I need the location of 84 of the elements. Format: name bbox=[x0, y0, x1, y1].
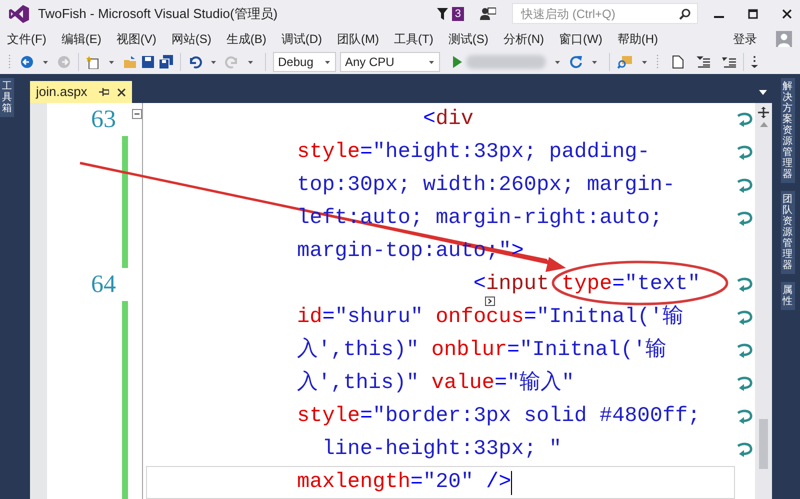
team-explorer-tab[interactable]: 团队资源管理器 bbox=[780, 191, 794, 274]
code-line: id="shuru" onfocus="Initnal('输 bbox=[297, 306, 684, 328]
undo-icon[interactable] bbox=[188, 55, 202, 69]
solution-explorer-tab[interactable]: 解决方案资源管理器 bbox=[780, 78, 794, 183]
word-wrap-icon bbox=[735, 112, 753, 128]
line-number: 63 bbox=[91, 106, 116, 133]
new-project-icon[interactable] bbox=[86, 55, 100, 69]
feedback-icon[interactable] bbox=[480, 6, 496, 20]
document-tab[interactable]: join.aspx bbox=[30, 81, 132, 103]
menu-item[interactable]: 视图(V) bbox=[113, 30, 160, 48]
code-line: 入',this)" value="输入" bbox=[297, 372, 574, 394]
visual-studio-logo bbox=[8, 4, 30, 24]
collapse-icon[interactable] bbox=[132, 109, 142, 119]
find-icon[interactable] bbox=[617, 55, 633, 69]
caret-icon[interactable] bbox=[591, 60, 598, 64]
menu-item[interactable]: 网站(S) bbox=[168, 30, 214, 48]
line-number: 64 bbox=[91, 271, 116, 298]
split-icon[interactable] bbox=[758, 107, 769, 118]
close-icon[interactable] bbox=[782, 8, 792, 18]
menu-item[interactable]: 帮助(H) bbox=[614, 30, 661, 48]
caret-icon[interactable] bbox=[641, 60, 648, 64]
menu-item[interactable]: 编辑(E) bbox=[58, 30, 104, 48]
overflow-icon[interactable] bbox=[751, 55, 758, 69]
search-icon[interactable] bbox=[679, 8, 691, 20]
properties-tab[interactable]: 属性 bbox=[780, 282, 794, 310]
menu-item[interactable]: 调试(D) bbox=[278, 30, 325, 48]
code-line: maxlength="20" /> bbox=[297, 472, 512, 494]
menu-item[interactable]: 生成(B) bbox=[223, 30, 270, 48]
caret-icon[interactable] bbox=[247, 60, 254, 64]
word-wrap-icon bbox=[735, 178, 753, 194]
code-line: <div bbox=[422, 108, 474, 130]
word-wrap-icon bbox=[735, 276, 753, 292]
code-line: line-height:33px; " bbox=[321, 438, 562, 460]
caret-icon[interactable] bbox=[108, 60, 115, 64]
dropdown[interactable]: Debug bbox=[273, 52, 336, 72]
menu-item[interactable]: 窗口(W) bbox=[556, 30, 606, 48]
save-icon[interactable] bbox=[141, 55, 155, 69]
dropdown[interactable]: Any CPU bbox=[340, 52, 440, 72]
indent-icon[interactable] bbox=[722, 56, 736, 68]
code-line: 入',this)" onblur="Initnal('输 bbox=[297, 340, 667, 362]
menu-item[interactable]: 分析(N) bbox=[500, 30, 547, 48]
menu-item[interactable]: 文件(F) bbox=[4, 30, 50, 48]
word-wrap-icon bbox=[735, 408, 753, 424]
caret-icon[interactable] bbox=[554, 60, 561, 64]
word-wrap-icon bbox=[735, 376, 753, 392]
menu-item[interactable]: 团队(M) bbox=[334, 30, 382, 48]
text-cursor bbox=[511, 470, 512, 494]
word-wrap-icon bbox=[735, 342, 753, 358]
filter-icon[interactable] bbox=[436, 8, 448, 20]
scrollbar-thumb[interactable] bbox=[759, 419, 768, 469]
word-wrap-icon bbox=[735, 442, 753, 458]
caret-icon bbox=[324, 60, 331, 64]
code-line: <input type="text" bbox=[472, 274, 700, 296]
caret-icon[interactable] bbox=[210, 60, 217, 64]
vertical-scrollbar[interactable] bbox=[755, 103, 772, 499]
quick-launch-input[interactable]: 快速启动 (Ctrl+Q) bbox=[519, 4, 669, 24]
back-icon[interactable] bbox=[20, 55, 34, 69]
document-icon[interactable] bbox=[672, 55, 684, 69]
menu-item[interactable]: 工具(T) bbox=[391, 30, 436, 48]
maximize-icon[interactable] bbox=[748, 8, 758, 18]
code-line: top:30px; width:260px; margin- bbox=[297, 174, 676, 196]
refresh-icon[interactable] bbox=[569, 55, 583, 69]
word-wrap-icon bbox=[735, 210, 753, 226]
toolbox-tab[interactable]: 工具箱 bbox=[0, 78, 14, 117]
quick-launch-field[interactable]: 快速启动 (Ctrl+Q) bbox=[512, 3, 698, 24]
caret-icon bbox=[428, 60, 435, 64]
menu-item[interactable]: 测试(S) bbox=[445, 30, 492, 48]
open-folder-icon[interactable] bbox=[123, 55, 137, 69]
save-all-icon[interactable] bbox=[159, 55, 173, 69]
tab-list-dropdown-icon[interactable] bbox=[759, 90, 767, 95]
pin-icon[interactable] bbox=[99, 87, 110, 97]
window-title: TwoFish - Microsoft Visual Studio(管理员) bbox=[38, 4, 278, 23]
user-avatar-icon[interactable] bbox=[776, 30, 792, 46]
code-line: style="height:33px; padding- bbox=[297, 142, 650, 164]
word-wrap-icon bbox=[735, 144, 753, 160]
sign-in-link[interactable]: 登录 bbox=[730, 30, 760, 48]
start-icon[interactable] bbox=[452, 56, 462, 68]
notification-count[interactable]: 3 bbox=[452, 6, 464, 20]
code-line: style="border:3px solid #4800ff; bbox=[297, 406, 700, 428]
word-wrap-icon bbox=[735, 310, 753, 326]
close-icon[interactable] bbox=[117, 88, 126, 96]
outdent-icon[interactable] bbox=[696, 56, 710, 68]
smart-tag-icon[interactable] bbox=[485, 296, 495, 306]
caret-icon[interactable] bbox=[42, 60, 49, 64]
